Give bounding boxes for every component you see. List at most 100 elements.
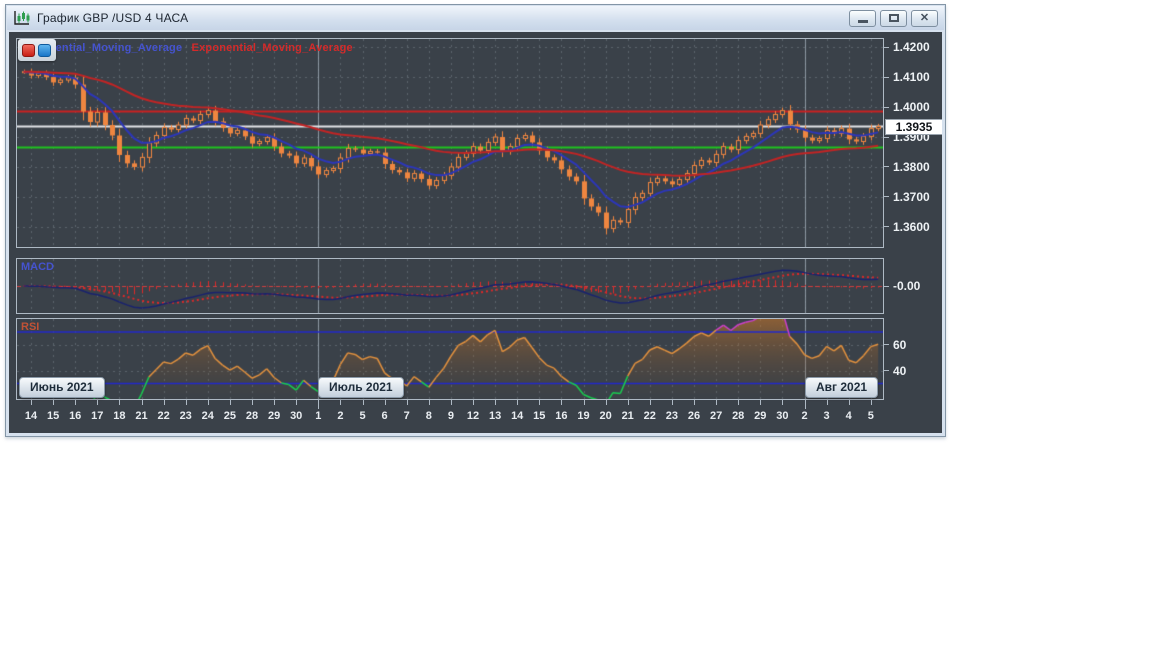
- time-axis-label: 15: [46, 410, 60, 422]
- time-axis-tick: [782, 400, 784, 405]
- time-axis-tick: [53, 400, 55, 405]
- time-axis-label: 27: [709, 410, 723, 422]
- month-separator-tick: [804, 400, 806, 409]
- time-axis-tick: [362, 400, 364, 405]
- time-axis-label: 16: [555, 410, 568, 422]
- time-axis-tick: [495, 400, 497, 405]
- time-axis-tick: [274, 400, 276, 405]
- close-button[interactable]: ✕: [911, 9, 938, 27]
- price-chart-canvas[interactable]: [16, 38, 884, 248]
- rsi-panel-canvas[interactable]: [16, 318, 884, 400]
- time-axis-label: 13: [488, 410, 502, 422]
- minimize-button[interactable]: [849, 9, 876, 27]
- time-axis-label: 6: [381, 410, 388, 422]
- time-axis-label: 2: [337, 410, 344, 422]
- time-axis-label: 29: [267, 410, 281, 422]
- time-axis-label: 23: [665, 410, 679, 422]
- time-axis-label: 24: [201, 410, 214, 422]
- window-titlebar[interactable]: График GBP /USD 4 ЧАСА ✕: [7, 6, 944, 30]
- price-axis-tick: [884, 46, 889, 48]
- price-axis-label: 1.3800: [893, 159, 930, 174]
- macd-axis-tick: [884, 285, 889, 287]
- time-axis-label: 17: [91, 410, 104, 422]
- current-price-tag: 1.3935: [885, 119, 942, 135]
- time-axis-label: 28: [245, 410, 259, 422]
- price-axis-tick: [884, 136, 889, 138]
- price-axis-label: 1.3600: [893, 219, 930, 234]
- price-axis-label: 1.4200: [893, 40, 930, 55]
- close-icon: ✕: [919, 11, 930, 24]
- time-axis-label: 29: [754, 410, 767, 422]
- time-axis-tick: [605, 400, 607, 405]
- time-axis-tick: [627, 400, 629, 405]
- time-axis-label: 18: [113, 410, 126, 422]
- time-axis-tick: [207, 400, 209, 405]
- time-axis-tick: [738, 400, 740, 405]
- time-axis-label: 25: [223, 410, 237, 422]
- time-axis-label: 12: [466, 410, 480, 422]
- time-axis-label: 28: [732, 410, 745, 422]
- rsi-axis-tick: [884, 370, 889, 372]
- time-axis-label: 4: [845, 410, 852, 422]
- chart-window: График GBP /USD 4 ЧАСА ✕ Exponential_Mov…: [5, 4, 946, 437]
- time-axis-tick: [649, 400, 651, 405]
- time-axis-tick: [428, 400, 430, 405]
- restore-button[interactable]: [880, 9, 907, 27]
- time-axis-label: 9: [447, 410, 454, 422]
- blue-indicator-button[interactable]: [38, 43, 51, 57]
- time-axis-tick: [826, 400, 828, 405]
- candlestick-chart-icon: [13, 10, 31, 26]
- time-axis-tick: [406, 400, 408, 405]
- time-axis-label: 15: [533, 410, 546, 422]
- restore-icon: [888, 14, 899, 22]
- time-axis-tick: [450, 400, 452, 405]
- time-axis-tick: [163, 400, 165, 405]
- month-badge-july: Июль 2021: [318, 377, 404, 398]
- time-axis-label: 5: [359, 410, 366, 422]
- time-axis-tick: [296, 400, 298, 405]
- price-axis-label: 1.4100: [893, 70, 930, 85]
- time-axis-tick: [583, 400, 585, 405]
- macd-axis-value: -0.00: [893, 279, 921, 293]
- time-axis-label: 16: [69, 410, 82, 422]
- time-axis-tick: [97, 400, 99, 405]
- time-axis-label: 22: [157, 410, 170, 422]
- time-axis-tick: [252, 400, 253, 405]
- time-axis-label: 5: [867, 410, 874, 422]
- rsi-axis-label: 40: [893, 363, 907, 378]
- time-axis-tick: [473, 400, 474, 405]
- price-axis-tick: [884, 166, 889, 168]
- time-axis-label: 23: [179, 410, 192, 422]
- chart-client-area: Exponential_Moving_Average Exponential_M…: [9, 32, 942, 433]
- time-axis-label: 26: [687, 410, 701, 422]
- time-axis-label: 3: [823, 410, 830, 422]
- macd-panel-canvas[interactable]: [16, 258, 884, 314]
- price-axis-tick: [884, 226, 889, 228]
- macd-label: MACD: [21, 261, 54, 273]
- indicator-legend: Exponential_Moving_Average Exponential_M…: [21, 42, 353, 54]
- time-axis-tick: [517, 400, 519, 405]
- time-axis-label: 1: [315, 410, 322, 422]
- time-axis-label: 14: [511, 410, 524, 422]
- time-axis-label: 21: [621, 410, 634, 422]
- time-axis-label: 20: [599, 410, 612, 422]
- price-axis-tick: [884, 106, 889, 108]
- price-axis-label: 1.4000: [893, 100, 930, 115]
- price-axis-tick: [884, 196, 889, 198]
- time-axis-tick: [848, 400, 850, 405]
- time-axis-tick: [694, 400, 695, 405]
- time-axis-tick: [229, 400, 231, 405]
- time-axis-tick: [561, 400, 563, 405]
- time-axis-label: 7: [403, 410, 410, 422]
- month-badge-june: Июнь 2021: [19, 377, 105, 398]
- time-axis-label: 30: [776, 410, 789, 422]
- time-axis-tick: [671, 400, 673, 405]
- month-separator-tick: [318, 400, 320, 409]
- time-axis-label: 22: [643, 410, 656, 422]
- red-indicator-button[interactable]: [22, 43, 35, 57]
- time-axis-tick: [539, 400, 541, 405]
- rsi-axis-tick: [884, 344, 889, 346]
- window-title: График GBP /USD 4 ЧАСА: [37, 11, 189, 25]
- time-axis-label: 2: [801, 410, 808, 422]
- time-axis-tick: [384, 400, 386, 405]
